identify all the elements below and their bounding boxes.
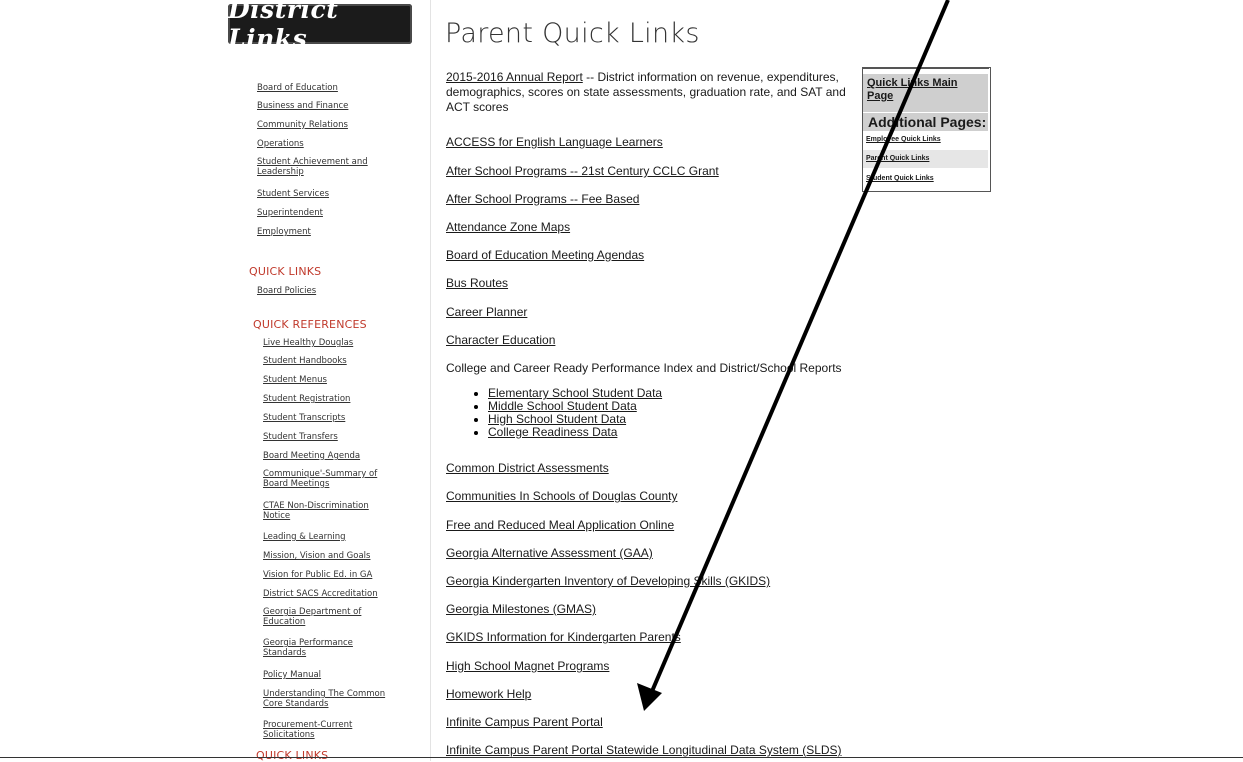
link-boe-agendas[interactable]: Board of Education Meeting Agendas	[446, 248, 644, 262]
sidebar-link-community-relations[interactable]: Community Relations	[257, 120, 407, 130]
sidebar-ref-link[interactable]: Mission, Vision and Goals	[263, 551, 413, 561]
link-common-assessments[interactable]: Common District Assessments	[446, 461, 609, 475]
link-gaa[interactable]: Georgia Alternative Assessment (GAA)	[446, 546, 653, 560]
quick-links-heading: QUICK LINKS	[249, 265, 322, 278]
bottom-divider	[0, 757, 1243, 758]
box-item: Student Quick Links	[863, 170, 988, 188]
ccrpi-heading: College and Career Ready Performance Ind…	[446, 361, 842, 375]
link-after-school-fee[interactable]: After School Programs -- Fee Based	[446, 192, 639, 206]
sidebar-ref-link[interactable]: District SACS Accreditation	[263, 589, 403, 599]
bottom-quick-links-heading: QUICK LINKS	[256, 749, 329, 762]
sidebar-ref-link[interactable]: Communique'-Summary of Board Meetings	[263, 469, 391, 489]
sidebar-link-board-policies[interactable]: Board Policies	[257, 286, 407, 296]
employee-quick-links-link[interactable]: Employee Quick Links	[866, 136, 941, 143]
sidebar-ref-link[interactable]: Live Healthy Douglas	[263, 338, 413, 348]
student-quick-links-link[interactable]: Student Quick Links	[866, 175, 934, 182]
sidebar-ref-link[interactable]: Georgia Department of Education	[263, 607, 373, 627]
link-high-data[interactable]: High School Student Data	[488, 412, 626, 426]
link-homework-help[interactable]: Homework Help	[446, 687, 531, 701]
sidebar-link-student-achievement[interactable]: Student Achievement and Leadership	[257, 157, 397, 177]
sidebar-ref-link[interactable]: Vision for Public Ed. in GA	[263, 570, 413, 580]
link-elementary-data[interactable]: Elementary School Student Data	[488, 386, 662, 400]
link-middle-data[interactable]: Middle School Student Data	[488, 399, 637, 413]
sidebar-ref-link[interactable]: Student Registration	[263, 394, 413, 404]
link-communities-in-schools[interactable]: Communities In Schools of Douglas County	[446, 489, 677, 503]
box-item: Parent Quick Links	[863, 150, 988, 168]
sidebar-ref-link[interactable]: Student Handbooks	[263, 356, 413, 366]
district-links-logo: District Links	[228, 0, 412, 53]
additional-pages-header: Additional Pages:	[863, 112, 988, 131]
link-character-education[interactable]: Character Education	[446, 333, 555, 347]
sidebar-ref-link[interactable]: Understanding The Common Core Standards	[263, 689, 403, 709]
link-gkids[interactable]: Georgia Kindergarten Inventory of Develo…	[446, 574, 770, 588]
quick-references-heading: QUICK REFERENCES	[253, 318, 367, 331]
ccrpi-list: Elementary School Student Data Middle Sc…	[456, 387, 662, 439]
sidebar-link-superintendent[interactable]: Superintendent	[257, 208, 407, 218]
sidebar-ref-link[interactable]: Board Meeting Agenda	[263, 451, 413, 461]
sidebar-link-employment[interactable]: Employment	[257, 227, 407, 237]
link-magnet-programs[interactable]: High School Magnet Programs	[446, 659, 609, 673]
link-free-reduced-meal[interactable]: Free and Reduced Meal Application Online	[446, 518, 674, 532]
link-infinite-campus[interactable]: Infinite Campus Parent Portal	[446, 715, 603, 729]
annual-report-link[interactable]: 2015-2016 Annual Report	[446, 70, 583, 84]
sidebar-ref-link[interactable]: Policy Manual	[263, 670, 413, 680]
page-title: Parent Quick Links	[445, 18, 700, 49]
sidebar-ref-link[interactable]: Student Transfers	[263, 432, 413, 442]
box-item: Employee Quick Links	[863, 131, 988, 149]
link-access-ell[interactable]: ACCESS for English Language Learners	[446, 135, 663, 149]
parent-quick-links-link[interactable]: Parent Quick Links	[866, 155, 929, 162]
link-attendance-zone-maps[interactable]: Attendance Zone Maps	[446, 220, 570, 234]
sidebar-link-business-finance[interactable]: Business and Finance	[257, 101, 407, 111]
link-bus-routes[interactable]: Bus Routes	[446, 276, 508, 290]
box-main-cell: Quick Links Main Page	[863, 74, 988, 112]
sidebar-link-board-of-education[interactable]: Board of Education	[257, 83, 407, 93]
sidebar-ref-link[interactable]: Leading & Learning	[263, 532, 413, 542]
link-career-planner[interactable]: Career Planner	[446, 305, 527, 319]
quick-links-main-page-link[interactable]: Quick Links Main Page	[863, 74, 988, 106]
link-infinite-campus-slds[interactable]: Infinite Campus Parent Portal Statewide …	[446, 743, 842, 757]
link-gmas[interactable]: Georgia Milestones (GMAS)	[446, 602, 596, 616]
sidebar-ref-link[interactable]: Georgia Performance Standards	[263, 638, 373, 658]
sidebar-ref-link[interactable]: Student Transcripts	[263, 413, 413, 423]
list-item: College Readiness Data	[488, 426, 662, 439]
annual-report-block: 2015-2016 Annual Report -- District info…	[446, 70, 846, 115]
box-divider	[862, 67, 989, 69]
link-after-school-cclc[interactable]: After School Programs -- 21st Century CC…	[446, 164, 719, 178]
sidebar-ref-link[interactable]: CTAE Non-Discrimination Notice	[263, 501, 391, 521]
sidebar-link-operations[interactable]: Operations	[257, 139, 407, 149]
link-gkids-parents[interactable]: GKIDS Information for Kindergarten Paren…	[446, 630, 681, 644]
sidebar-ref-link[interactable]: Procurement-Current Solicitations	[263, 720, 383, 740]
sidebar-link-student-services[interactable]: Student Services	[257, 189, 407, 199]
sidebar-ref-link[interactable]: Student Menus	[263, 375, 413, 385]
link-college-readiness-data[interactable]: College Readiness Data	[488, 425, 617, 439]
